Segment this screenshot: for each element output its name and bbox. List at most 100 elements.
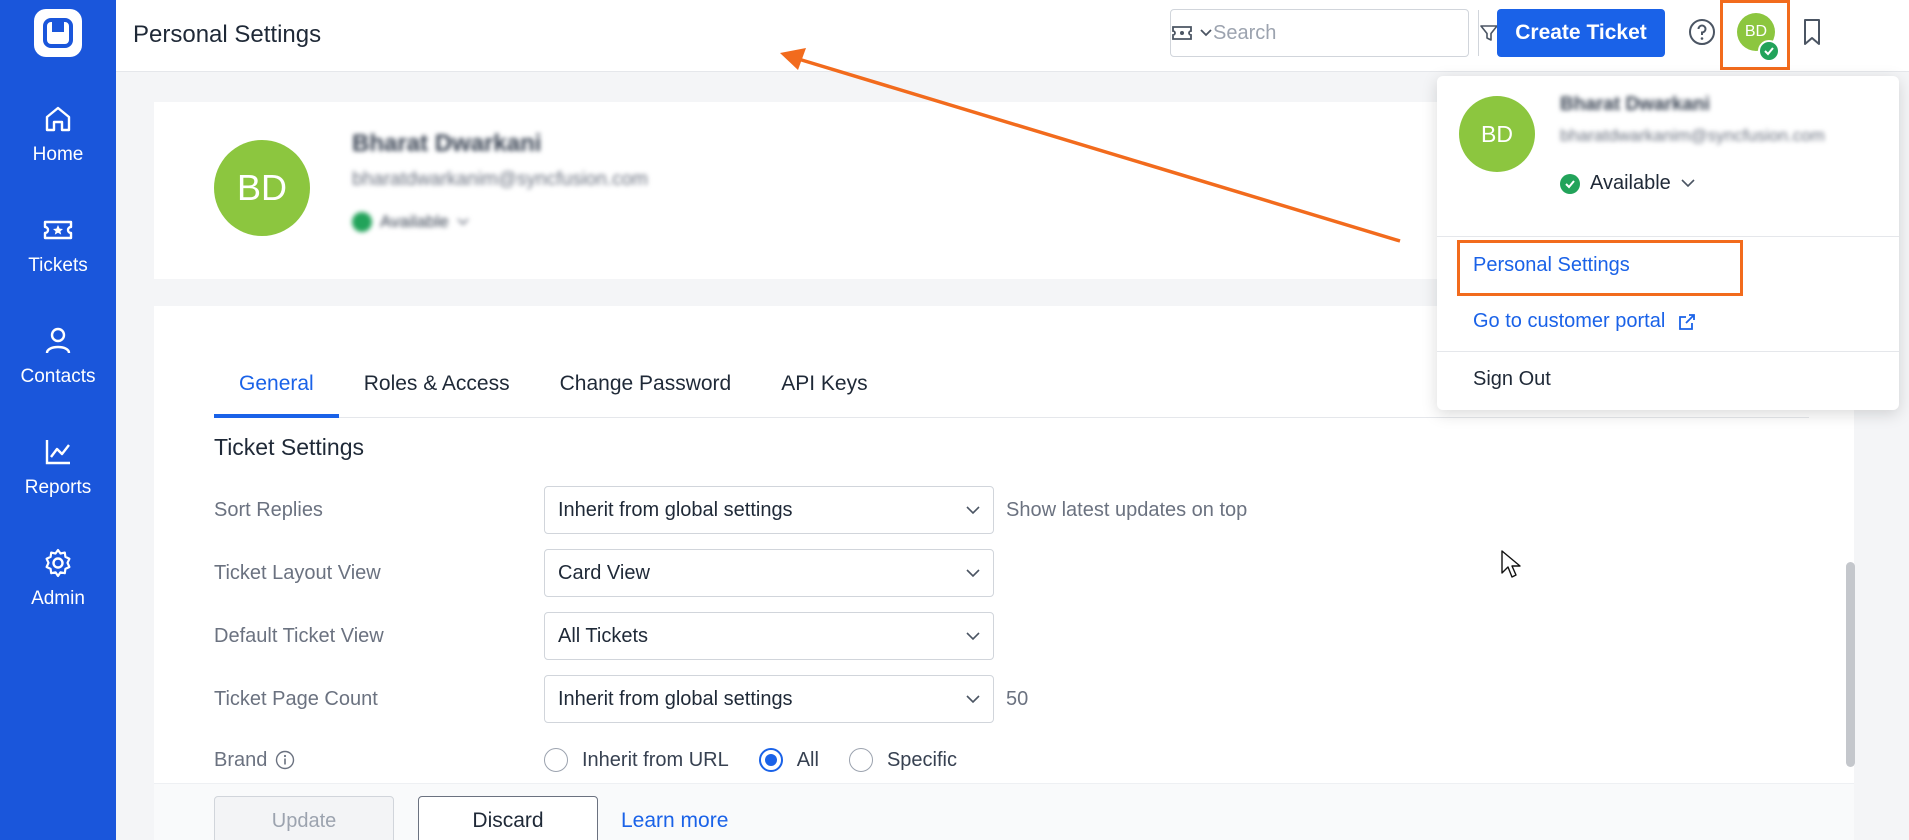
layout-view-row: Ticket Layout View Card View	[214, 549, 994, 597]
profile-status-label: Available	[380, 212, 449, 231]
chevron-down-icon	[457, 218, 469, 226]
brand-row: Brand Inherit from URL All Specific	[214, 736, 957, 784]
brand-option-all[interactable]: All	[758, 748, 819, 772]
menu-customer-portal[interactable]: Go to customer portal	[1473, 310, 1697, 333]
brand-label-wrap: Brand	[214, 749, 544, 772]
external-link-icon	[1679, 313, 1696, 330]
sort-replies-row: Sort Replies Inherit from global setting…	[214, 486, 1247, 534]
scrollbar[interactable]	[1846, 562, 1855, 767]
brand-option-inherit-url[interactable]: Inherit from URL	[544, 748, 729, 772]
bookmark-button[interactable]	[1796, 16, 1828, 48]
sidebar-item-label: Home	[32, 143, 84, 165]
layout-view-label: Ticket Layout View	[214, 561, 381, 584]
profile-status-dropdown[interactable]: Available	[352, 212, 469, 232]
sidebar-item-label: Admin	[31, 587, 85, 609]
profile-avatar: BD	[214, 140, 310, 236]
ticket-icon	[1172, 26, 1192, 40]
tab-roles-access[interactable]: Roles & Access	[339, 372, 535, 418]
radio-label: Specific	[886, 748, 957, 771]
profile-card: BD Bharat Dwarkani bharatdwarkanim@syncf…	[154, 102, 1454, 279]
default-view-select[interactable]: All Tickets	[544, 612, 994, 660]
ticket-icon	[43, 220, 73, 239]
tab-change-password[interactable]: Change Password	[535, 372, 757, 418]
tab-api-keys[interactable]: API Keys	[756, 372, 892, 418]
radio-button[interactable]	[758, 748, 783, 772]
mouse-cursor-icon	[1501, 550, 1521, 578]
layout-view-select[interactable]: Card View	[544, 549, 994, 597]
check-circle-icon	[1560, 173, 1580, 194]
menu-avatar: BD	[1459, 96, 1535, 172]
select-value: Inherit from global settings	[558, 498, 793, 521]
radio-label: Inherit from URL	[582, 748, 729, 771]
help-icon	[1689, 19, 1715, 45]
menu-divider	[1437, 236, 1899, 237]
select-value: Card View	[558, 561, 650, 584]
sidebar-item-contacts[interactable]: Contacts	[0, 300, 116, 411]
sidebar: Home Tickets Contacts Reports Admin	[0, 0, 116, 840]
chevron-down-icon	[966, 505, 980, 514]
sidebar-item-tickets[interactable]: Tickets	[0, 189, 116, 300]
menu-status-dropdown[interactable]: Available	[1560, 172, 1695, 195]
page-count-row: Ticket Page Count Inherit from global se…	[214, 675, 1028, 723]
menu-sign-out[interactable]: Sign Out	[1473, 368, 1551, 391]
search-box	[1170, 9, 1498, 57]
sidebar-item-admin[interactable]: Admin	[0, 522, 116, 633]
personal-settings-highlight-box	[1457, 240, 1743, 296]
chevron-down-icon	[1200, 29, 1212, 37]
search-type-dropdown[interactable]	[1171, 10, 1213, 56]
info-icon[interactable]	[275, 750, 295, 770]
page-title: Personal Settings	[133, 21, 322, 48]
sort-replies-label: Sort Replies	[214, 498, 323, 521]
chart-icon	[45, 439, 70, 464]
chevron-down-icon	[1681, 179, 1695, 188]
filter-icon	[1480, 25, 1498, 41]
page-count-hint: 50	[1006, 687, 1029, 710]
help-button[interactable]	[1686, 16, 1718, 48]
learn-more-link[interactable]: Learn more	[621, 809, 728, 833]
radio-label: All	[796, 748, 819, 771]
menu-user-name: Bharat Dwarkani	[1560, 94, 1710, 115]
discard-button[interactable]: Discard	[418, 796, 598, 840]
user-menu-dropdown: BD Bharat Dwarkani bharatdwarkanim@syncf…	[1437, 76, 1899, 410]
menu-user-email: bharatdwarkanim@syncfusion.com	[1560, 126, 1825, 145]
sidebar-item-home[interactable]: Home	[0, 78, 116, 189]
sidebar-item-label: Reports	[24, 476, 92, 498]
profile-name: Bharat Dwarkani	[352, 130, 542, 157]
tab-general[interactable]: General	[214, 372, 339, 418]
brand-label: Brand	[214, 748, 268, 771]
page-count-select[interactable]: Inherit from global settings	[544, 675, 994, 723]
default-view-row: Default Ticket View All Tickets	[214, 612, 994, 660]
menu-customer-portal-label: Go to customer portal	[1473, 310, 1666, 332]
update-button[interactable]: Update	[214, 796, 394, 840]
search-input[interactable]	[1213, 10, 1478, 56]
gear-icon	[45, 548, 71, 577]
profile-email: bharatdwarkanim@syncfusion.com	[352, 169, 648, 190]
top-header: Personal Settings Create Ticket	[116, 0, 1909, 72]
home-icon	[45, 106, 71, 131]
chevron-down-icon	[966, 631, 980, 640]
bookmark-icon	[1804, 19, 1820, 45]
create-ticket-button[interactable]: Create Ticket	[1497, 9, 1665, 57]
sidebar-item-label: Contacts	[20, 365, 96, 387]
available-status-icon	[1758, 40, 1780, 62]
brand-radio-group: Inherit from URL All Specific	[544, 748, 957, 772]
page-count-label: Ticket Page Count	[214, 687, 378, 710]
brand-option-specific[interactable]: Specific	[848, 748, 957, 772]
logo-icon	[43, 18, 73, 48]
radio-button[interactable]	[544, 748, 568, 772]
menu-divider	[1437, 351, 1899, 352]
status-dot-icon	[352, 212, 372, 232]
select-value: Inherit from global settings	[558, 687, 793, 710]
sort-replies-select[interactable]: Inherit from global settings	[544, 486, 994, 534]
default-view-label: Default Ticket View	[214, 624, 384, 647]
section-title: Ticket Settings	[214, 434, 364, 460]
user-icon	[45, 327, 71, 353]
filter-button[interactable]	[1478, 10, 1499, 56]
app-logo[interactable]	[34, 9, 82, 57]
select-value: All Tickets	[558, 624, 649, 647]
radio-button[interactable]	[848, 748, 873, 772]
chevron-down-icon	[966, 568, 980, 577]
menu-status-label: Available	[1590, 172, 1671, 194]
sidebar-item-reports[interactable]: Reports	[0, 411, 116, 522]
sidebar-item-label: Tickets	[28, 254, 88, 276]
